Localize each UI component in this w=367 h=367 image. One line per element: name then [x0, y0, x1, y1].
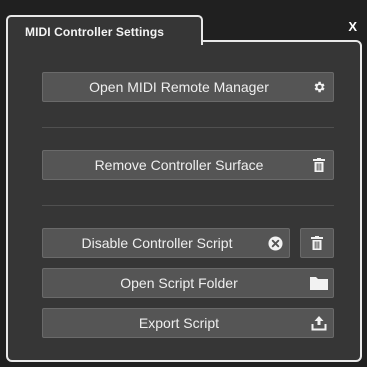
open-script-folder-button[interactable]: Open Script Folder — [42, 268, 334, 298]
disable-controller-script-label: Disable Controller Script — [81, 235, 233, 251]
remove-controller-surface-label: Remove Controller Surface — [94, 157, 264, 173]
open-script-folder-label: Open Script Folder — [120, 275, 238, 291]
export-script-label: Export Script — [138, 315, 220, 331]
tab-title: MIDI Controller Settings — [25, 25, 165, 39]
circle-x-icon — [261, 229, 289, 257]
gear-icon — [305, 73, 333, 101]
separator — [42, 127, 334, 128]
export-script-button[interactable]: Export Script — [42, 308, 334, 338]
folder-icon — [305, 269, 333, 297]
disable-controller-script-button[interactable]: Disable Controller Script — [42, 228, 290, 258]
separator — [42, 205, 334, 206]
close-button[interactable]: X — [348, 19, 357, 34]
tab-midi-controller-settings[interactable]: MIDI Controller Settings — [6, 15, 203, 45]
delete-script-button[interactable] — [300, 228, 334, 258]
export-icon — [305, 309, 333, 337]
open-midi-remote-manager-button[interactable]: Open MIDI Remote Manager — [42, 72, 334, 102]
open-midi-remote-manager-label: Open MIDI Remote Manager — [89, 79, 269, 95]
trash-icon — [305, 151, 333, 179]
trash-icon — [303, 229, 331, 257]
remove-controller-surface-button[interactable]: Remove Controller Surface — [42, 150, 334, 180]
